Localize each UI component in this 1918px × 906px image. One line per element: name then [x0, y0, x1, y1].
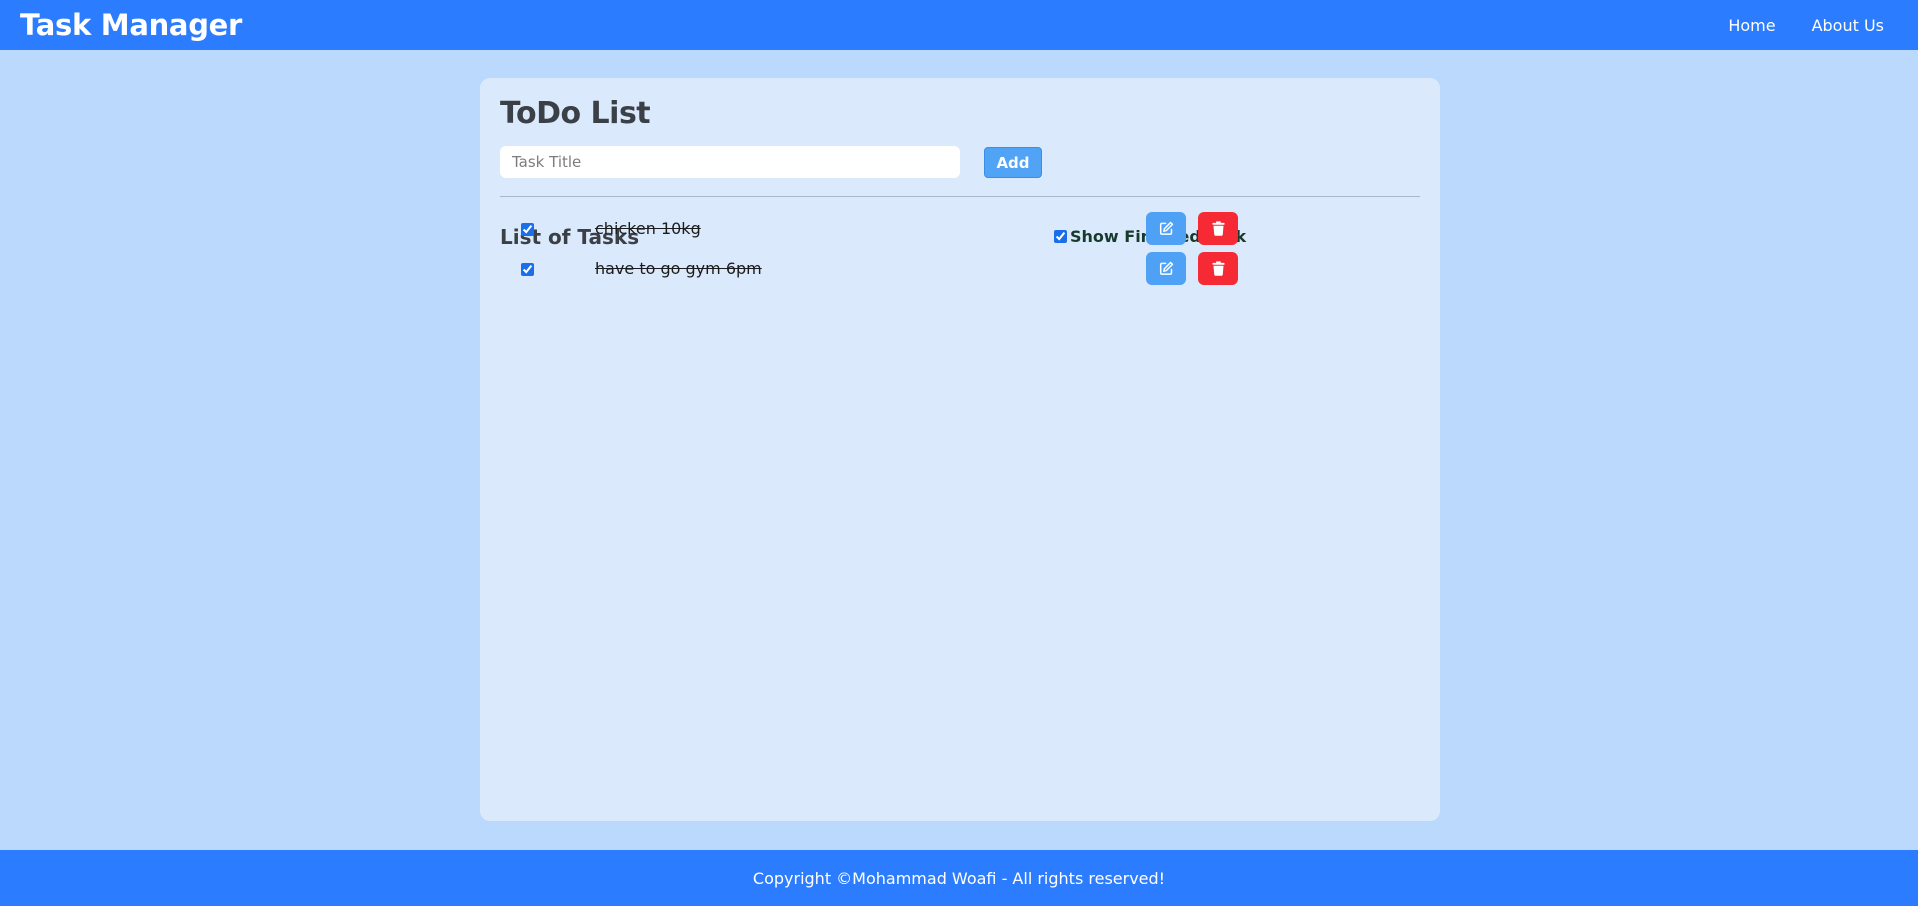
edit-task-button[interactable]: [1146, 212, 1186, 245]
page-title: ToDo List: [500, 96, 651, 131]
navbar: Task Manager Home About Us: [0, 0, 1918, 50]
copyright-text: Copyright ©Mohammad Woafi - All rights r…: [752, 868, 1166, 888]
add-button[interactable]: Add: [984, 147, 1042, 178]
brand-title[interactable]: Task Manager: [20, 8, 242, 42]
trash-icon: [1211, 221, 1225, 236]
trash-icon: [1211, 261, 1225, 276]
list-item: have to go gym 6pm: [480, 252, 1440, 286]
task-title: have to go gym 6pm: [595, 259, 762, 278]
edit-icon: [1159, 261, 1173, 275]
list-item: chicken 10kg: [480, 212, 1440, 246]
nav-links: Home About Us: [1728, 16, 1884, 35]
task-done-checkbox[interactable]: [521, 223, 534, 236]
edit-task-button[interactable]: [1146, 252, 1186, 285]
task-title-input[interactable]: [500, 146, 960, 178]
edit-icon: [1159, 221, 1173, 235]
task-done-checkbox[interactable]: [521, 263, 534, 276]
nav-link-home[interactable]: Home: [1728, 16, 1775, 35]
delete-task-button[interactable]: [1198, 212, 1238, 245]
delete-task-button[interactable]: [1198, 252, 1238, 285]
nav-link-about-us[interactable]: About Us: [1812, 16, 1884, 35]
task-title: chicken 10kg: [595, 219, 701, 238]
todo-card: ToDo List Add List of Tasks Show Finishe…: [480, 78, 1440, 821]
divider: [500, 196, 1420, 197]
footer: Copyright ©Mohammad Woafi - All rights r…: [0, 850, 1918, 906]
